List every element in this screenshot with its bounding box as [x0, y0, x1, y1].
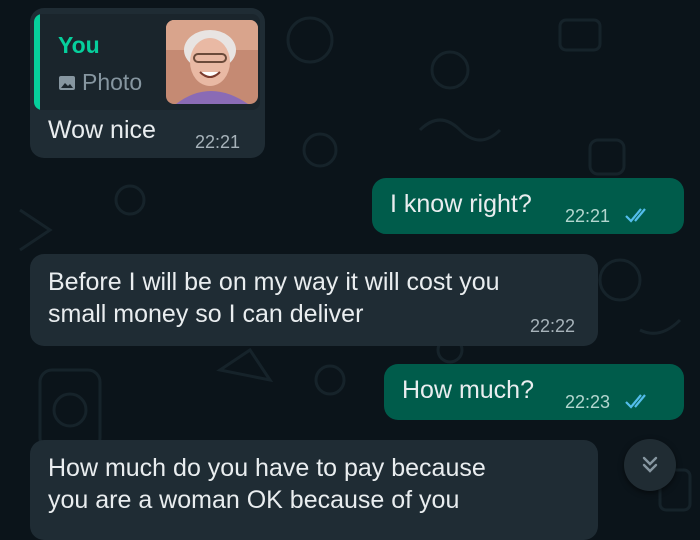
message-text: How much?: [402, 376, 534, 404]
message-time: 22:22: [530, 316, 576, 336]
message-time: 22:23: [565, 392, 611, 412]
double-chevron-down-icon: [642, 456, 658, 473]
message-text-line-2: small money so I can deliver: [48, 300, 364, 328]
photo-thumbnail[interactable]: [166, 20, 258, 104]
outgoing-message-bubble[interactable]: How much? 22:23: [384, 364, 684, 420]
quote-author: You: [58, 32, 100, 58]
scroll-to-bottom-button[interactable]: [624, 439, 676, 491]
quote-media-type: Photo: [58, 69, 142, 96]
image-icon: [59, 75, 75, 90]
outgoing-message-bubble[interactable]: I know right? 22:21: [372, 178, 684, 234]
quoted-reply[interactable]: You Photo: [34, 14, 260, 110]
message-time: 22:21: [565, 206, 611, 226]
incoming-message-bubble[interactable]: Before I will be on my way it will cost …: [30, 254, 598, 346]
message-text: I know right?: [390, 190, 532, 218]
message-text-line-1: Before I will be on my way it will cost …: [48, 268, 500, 296]
read-ticks-icon: [625, 208, 646, 223]
message-time: 22:21: [195, 132, 241, 152]
message-text-line-2: you are a woman OK because of you: [48, 486, 460, 514]
smiling-woman-photo: [166, 20, 258, 104]
quote-accent-bar: [34, 14, 40, 110]
message-text-line-1: How much do you have to pay because: [48, 454, 486, 482]
quote-media-label: Photo: [82, 69, 143, 95]
incoming-message-bubble[interactable]: You Photo Wow nice 22:21: [30, 8, 265, 158]
message-text: Wow nice: [48, 116, 156, 144]
incoming-message-bubble[interactable]: How much do you have to pay because you …: [30, 440, 598, 540]
read-ticks-icon: [625, 394, 646, 409]
